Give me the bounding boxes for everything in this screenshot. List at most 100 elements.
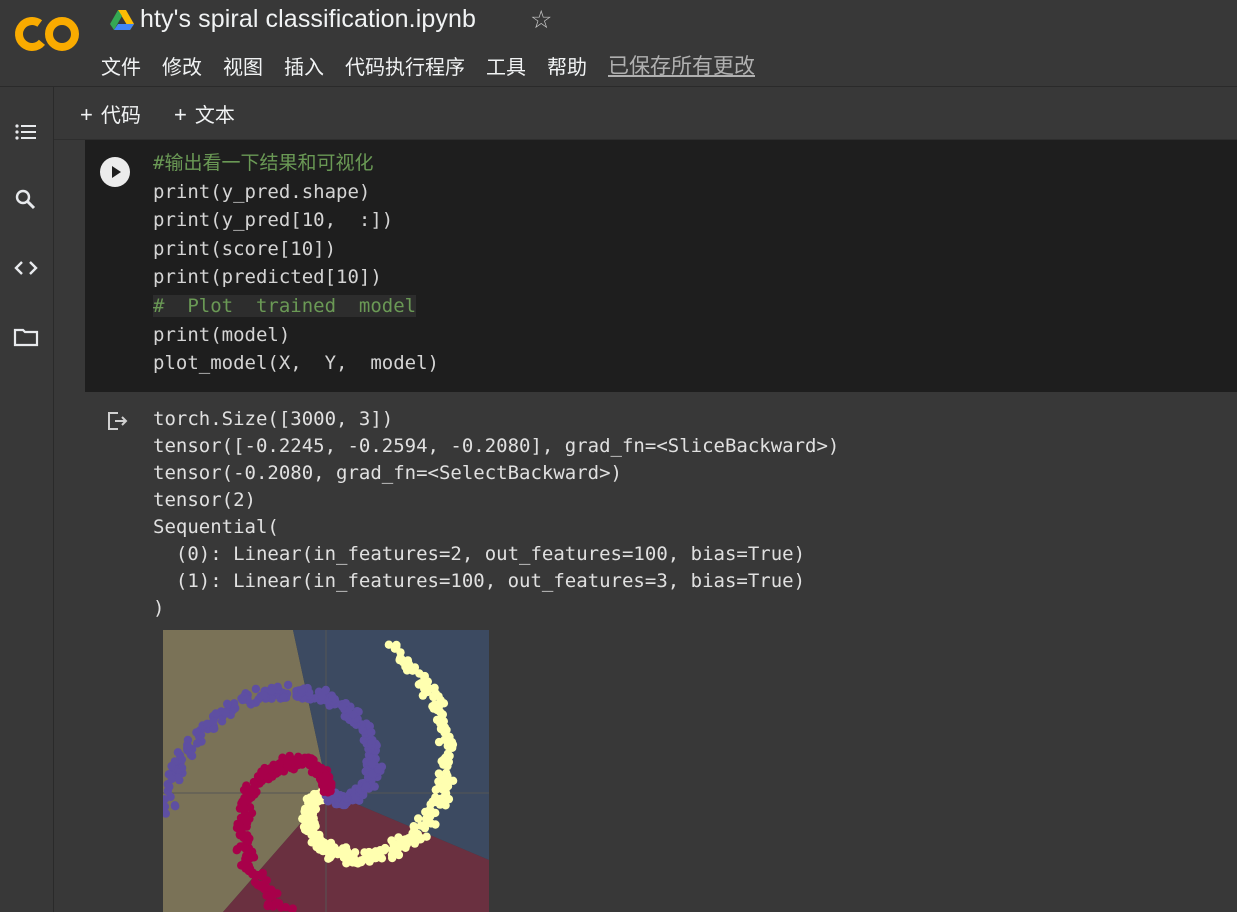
google-drive-icon[interactable] [110, 9, 134, 31]
data-point [285, 751, 294, 761]
table-of-contents-icon[interactable] [13, 119, 39, 145]
data-point [186, 750, 196, 759]
output-line: tensor([-0.2245, -0.2594, -0.2080], grad… [153, 435, 840, 457]
data-point [414, 814, 423, 823]
code-line: plot_model(X, Y, model) [153, 352, 439, 375]
data-point [165, 782, 174, 791]
data-point [203, 719, 212, 728]
data-point [283, 680, 293, 690]
cell-output-text: torch.Size([3000, 3]) tensor([-0.2245, -… [153, 406, 839, 622]
data-point [173, 748, 183, 757]
data-point [325, 853, 335, 862]
data-point [328, 693, 337, 702]
data-point [392, 640, 401, 650]
code-editor[interactable]: #输出看一下结果和可视化 print(y_pred.shape) print(y… [153, 149, 439, 378]
data-point [258, 872, 267, 881]
menu-edit[interactable]: 修改 [162, 51, 202, 80]
data-point [167, 761, 176, 771]
data-point [297, 685, 306, 695]
data-point [413, 829, 422, 839]
data-point [380, 843, 390, 853]
add-text-button[interactable]: + 文本 [174, 99, 235, 128]
data-point [384, 640, 394, 649]
data-point [367, 759, 377, 768]
code-snippets-icon[interactable] [13, 255, 39, 281]
output-line: torch.Size([3000, 3]) [153, 408, 394, 430]
data-point [238, 695, 247, 705]
save-status-link[interactable]: 已保存所有更改 [608, 50, 755, 80]
code-line: print(score[10]) [153, 237, 337, 260]
add-code-label: 代码 [100, 105, 141, 127]
data-point [167, 774, 176, 784]
data-point [431, 820, 440, 829]
menu-view[interactable]: 视图 [223, 51, 263, 80]
data-point [223, 699, 232, 708]
menu-tools[interactable]: 工具 [486, 51, 526, 80]
data-point [192, 728, 201, 737]
data-point [445, 751, 454, 761]
search-icon[interactable] [13, 187, 39, 213]
menu-bar: 文件 修改 视图 插入 代码执行程序 工具 帮助 已保存所有更改 [101, 50, 776, 80]
output-line: tensor(-0.2080, grad_fn=<SelectBackward>… [153, 462, 622, 484]
run-cell-button[interactable] [100, 157, 130, 187]
data-point [243, 831, 252, 840]
spiral-classification-plot [163, 630, 489, 912]
data-point [259, 767, 268, 776]
data-point [422, 832, 431, 841]
menu-file[interactable]: 文件 [101, 51, 141, 80]
code-line: print(y_pred.shape) [153, 180, 371, 203]
cell-toolbar: + 代码 + 文本 [54, 87, 1237, 140]
code-line: print(predicted[10]) [153, 266, 382, 289]
data-point [248, 870, 257, 879]
output-line: Sequential( [153, 516, 279, 538]
notebook-title[interactable]: hty's spiral classification.ipynb [140, 5, 476, 34]
menu-insert[interactable]: 插入 [284, 51, 324, 80]
files-icon[interactable] [13, 324, 39, 350]
data-point [437, 716, 446, 725]
data-point [263, 901, 272, 911]
add-code-button[interactable]: + 代码 [80, 99, 141, 128]
code-line: print(model) [153, 323, 291, 346]
code-line: # Plot trained model [153, 294, 417, 317]
output-line: (0): Linear(in_features=2, out_features=… [153, 543, 806, 565]
data-point [221, 708, 230, 718]
code-line: print(y_pred[10, :]) [153, 209, 394, 232]
data-point [404, 659, 413, 668]
data-point [279, 693, 288, 702]
data-point [433, 705, 442, 715]
data-point [442, 768, 451, 777]
data-point [235, 830, 244, 839]
data-point [251, 684, 261, 694]
data-point [259, 691, 268, 700]
colab-logo[interactable] [14, 12, 82, 56]
data-point [352, 857, 361, 866]
data-point [426, 800, 435, 809]
data-point [402, 835, 412, 845]
output-line: (1): Linear(in_features=100, out_feature… [153, 570, 806, 592]
menu-runtime[interactable]: 代码执行程序 [345, 51, 465, 80]
output-actions-icon[interactable] [105, 409, 129, 433]
header-bar: hty's spiral classification.ipynb ☆ 文件 修… [0, 0, 1237, 87]
data-point [425, 684, 434, 693]
data-point [274, 900, 283, 909]
cell-gutter [54, 140, 85, 392]
plus-icon: + [80, 102, 93, 127]
data-point [444, 794, 454, 804]
left-sidebar [0, 87, 54, 912]
data-point [267, 686, 276, 695]
data-point [170, 801, 180, 810]
data-point [428, 808, 437, 817]
data-point [239, 860, 248, 869]
star-icon[interactable]: ☆ [530, 5, 552, 35]
data-point [317, 692, 327, 701]
data-point [440, 728, 449, 737]
data-point [439, 699, 449, 708]
data-point [377, 762, 387, 771]
data-point [370, 782, 379, 791]
data-point [232, 846, 241, 855]
data-point [239, 785, 249, 795]
code-line: #输出看一下结果和可视化 [153, 152, 374, 174]
plus-icon: + [174, 102, 187, 127]
data-point [258, 880, 267, 890]
menu-help[interactable]: 帮助 [547, 51, 587, 80]
